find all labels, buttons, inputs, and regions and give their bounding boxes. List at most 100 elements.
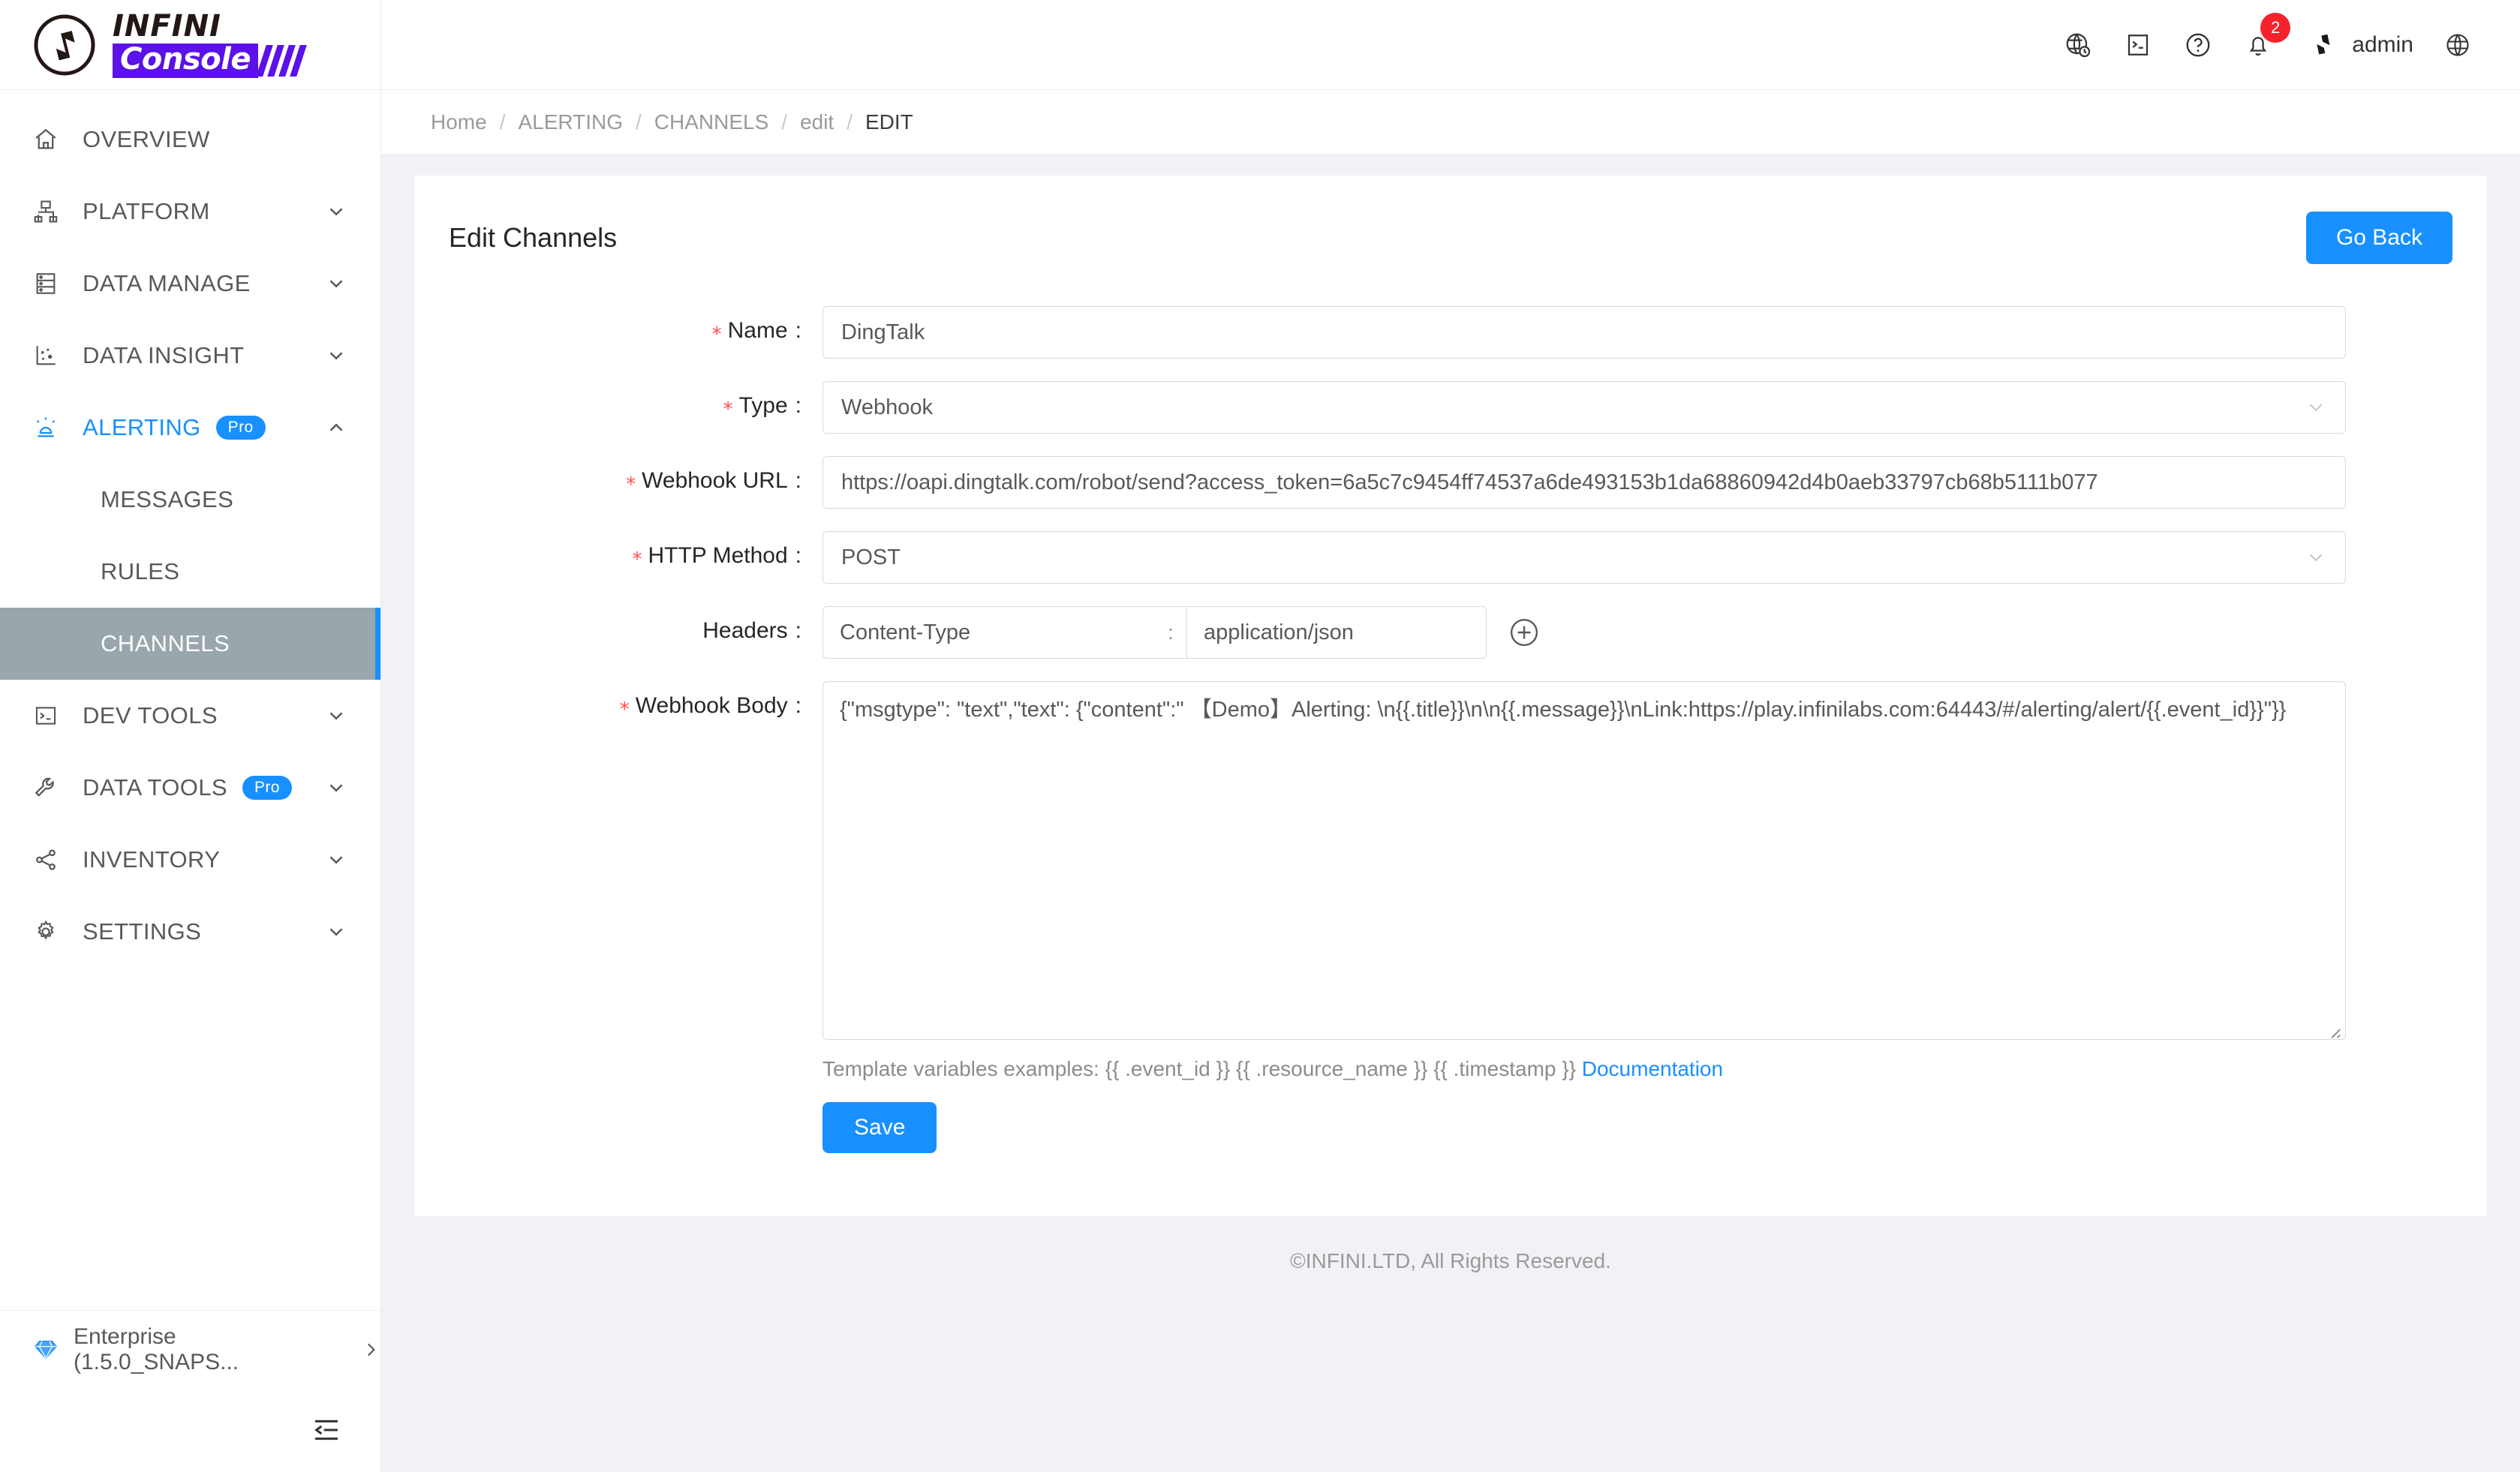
- webhook-body-control: Template variables examples: {{ .event_i…: [801, 681, 2452, 1153]
- console-terminal-icon[interactable]: [2109, 16, 2167, 74]
- sidebar-item-label: DATA TOOLS: [83, 774, 227, 801]
- breadcrumb-item-current: EDIT: [865, 110, 913, 134]
- sidebar-item-settings[interactable]: SETTINGS: [0, 896, 380, 968]
- scatter-chart-icon: [33, 343, 66, 368]
- chevron-down-icon: [2305, 396, 2327, 419]
- sidebar-item-data-insight[interactable]: DATA INSIGHT: [0, 320, 380, 392]
- breadcrumb-item-edit[interactable]: edit: [800, 110, 834, 134]
- sidebar-item-data-manage[interactable]: DATA MANAGE: [0, 248, 380, 320]
- sidebar-item-inventory[interactable]: INVENTORY: [0, 824, 380, 896]
- help-circle-icon[interactable]: [2169, 16, 2227, 74]
- header-pair-row: Content-Type : application/json: [822, 606, 2452, 659]
- globe-clock-icon[interactable]: [2049, 16, 2107, 74]
- type-select[interactable]: Webhook: [822, 381, 2346, 434]
- chevron-down-icon[interactable]: [325, 777, 347, 799]
- breadcrumb-item-alerting[interactable]: ALERTING: [518, 110, 623, 134]
- form-row-name: * Name:: [449, 306, 2452, 359]
- save-row: Save: [822, 1102, 2452, 1153]
- chevron-down-icon[interactable]: [325, 921, 347, 943]
- chevron-down-icon: [2305, 546, 2327, 569]
- sidebar-item-platform[interactable]: PLATFORM: [0, 176, 380, 248]
- chevron-right-icon[interactable]: [361, 1340, 380, 1359]
- sidebar-item-label: PLATFORM: [83, 198, 210, 224]
- label-colon: :: [795, 393, 801, 418]
- bell-icon[interactable]: 2: [2229, 12, 2291, 74]
- name-input[interactable]: [822, 306, 2346, 359]
- webhook-url-input[interactable]: [822, 456, 2346, 509]
- breadcrumb-item-channels[interactable]: CHANNELS: [654, 110, 768, 134]
- chevron-down-icon[interactable]: [325, 849, 347, 871]
- breadcrumb-item-home[interactable]: Home: [431, 110, 487, 134]
- user-menu[interactable]: admin: [2307, 29, 2413, 62]
- chevron-down-icon[interactable]: [325, 344, 347, 367]
- chevron-down-icon[interactable]: [325, 704, 347, 727]
- form-row-headers: Headers: Content-Type : application/json: [449, 606, 2452, 659]
- sidebar: INFINI Console OVERVIEW PLATFORM DATA MA…: [0, 0, 381, 1472]
- terminal-icon: [33, 703, 66, 728]
- sidebar-item-alerting[interactable]: ALERTING Pro: [0, 392, 380, 464]
- page-title: Edit Channels: [449, 222, 618, 253]
- sidebar-item-channels[interactable]: CHANNELS: [0, 608, 380, 680]
- main-area: 2 admin Home / ALERTING / CHANNELS / edi…: [381, 0, 2520, 1472]
- label-colon: :: [795, 693, 801, 718]
- breadcrumb-separator: /: [847, 110, 853, 134]
- plus-circle-icon[interactable]: [1508, 616, 1541, 649]
- logo-slashes-icon: [256, 44, 307, 77]
- template-variables-hint: Template variables examples: {{ .event_i…: [822, 1057, 2452, 1081]
- webhook-body-textarea[interactable]: [822, 681, 2346, 1040]
- card-header: Edit Channels Go Back: [449, 203, 2452, 288]
- type-select-value: Webhook: [841, 395, 933, 419]
- form-row-http-method: * HTTP Method: POST: [449, 531, 2452, 584]
- chevron-up-icon[interactable]: [325, 416, 347, 439]
- save-button[interactable]: Save: [822, 1102, 937, 1153]
- form-row-webhook-url: * Webhook URL:: [449, 456, 2452, 509]
- sidebar-subitem-label: MESSAGES: [101, 486, 234, 512]
- sidebar-item-label: INVENTORY: [83, 846, 221, 873]
- platform-icon: [33, 199, 66, 224]
- webhook-url-control: [801, 456, 2452, 509]
- sidebar-item-rules[interactable]: RULES: [0, 536, 380, 608]
- sidebar-nav: OVERVIEW PLATFORM DATA MANAGE DATA INSIG…: [0, 90, 380, 1310]
- sidebar-item-messages[interactable]: MESSAGES: [0, 464, 380, 536]
- sidebar-collapse-button[interactable]: [0, 1388, 380, 1472]
- sidebar-item-label: OVERVIEW: [83, 126, 210, 152]
- headers-control: Content-Type : application/json: [801, 606, 2452, 659]
- avatar: [2307, 29, 2340, 62]
- alarm-icon: [33, 415, 66, 440]
- go-back-button[interactable]: Go Back: [2305, 212, 2452, 264]
- webhook-url-label-text: Webhook URL: [642, 468, 788, 493]
- channel-form: *Name: *Type: Webhook: [449, 288, 2452, 1153]
- documentation-link[interactable]: Documentation: [1582, 1057, 1723, 1080]
- page-footer: ©INFINI.LTD, All Rights Reserved.: [414, 1216, 2487, 1306]
- database-icon: [33, 271, 66, 296]
- required-mark: *: [632, 548, 642, 571]
- sidebar-item-data-tools[interactable]: DATA TOOLS Pro: [0, 752, 380, 824]
- hint-text: Template variables examples: {{ .event_i…: [822, 1057, 1582, 1080]
- header-separator: :: [1155, 606, 1186, 659]
- sidebar-item-overview[interactable]: OVERVIEW: [0, 104, 380, 176]
- share-nodes-icon: [33, 847, 66, 873]
- sidebar-subgroup-alerting: MESSAGES RULES CHANNELS: [0, 464, 380, 680]
- chevron-down-icon[interactable]: [325, 200, 347, 223]
- form-row-webhook-body: *Webhook Body: Template variables exampl…: [449, 681, 2452, 1153]
- breadcrumb: Home / ALERTING / CHANNELS / edit / EDIT: [381, 90, 2520, 155]
- globe-icon[interactable]: [2428, 16, 2487, 74]
- name-control: [801, 306, 2452, 359]
- http-method-select[interactable]: POST: [822, 531, 2346, 584]
- sidebar-item-label: ALERTING: [83, 414, 201, 440]
- required-mark: *: [723, 398, 733, 421]
- license-info[interactable]: Enterprise (1.5.0_SNAPS...: [0, 1310, 380, 1388]
- copyright-text: ©INFINI.LTD, All Rights Reserved.: [1290, 1249, 1611, 1272]
- chevron-down-icon[interactable]: [325, 272, 347, 295]
- header-value-input[interactable]: application/json: [1186, 606, 1487, 659]
- name-label-text: Name: [727, 318, 788, 343]
- content-area: Edit Channels Go Back * Name: DingTalk *…: [381, 155, 2520, 1472]
- http-method-control: POST: [801, 531, 2452, 584]
- home-icon: [33, 127, 66, 152]
- app-logo[interactable]: INFINI Console: [0, 0, 380, 90]
- logo-console-text: Console: [113, 44, 258, 78]
- breadcrumb-separator: /: [781, 110, 788, 134]
- sidebar-item-dev-tools[interactable]: DEV TOOLS: [0, 680, 380, 752]
- headers-label: Headers:: [449, 606, 801, 644]
- header-key-input[interactable]: Content-Type: [822, 606, 1155, 659]
